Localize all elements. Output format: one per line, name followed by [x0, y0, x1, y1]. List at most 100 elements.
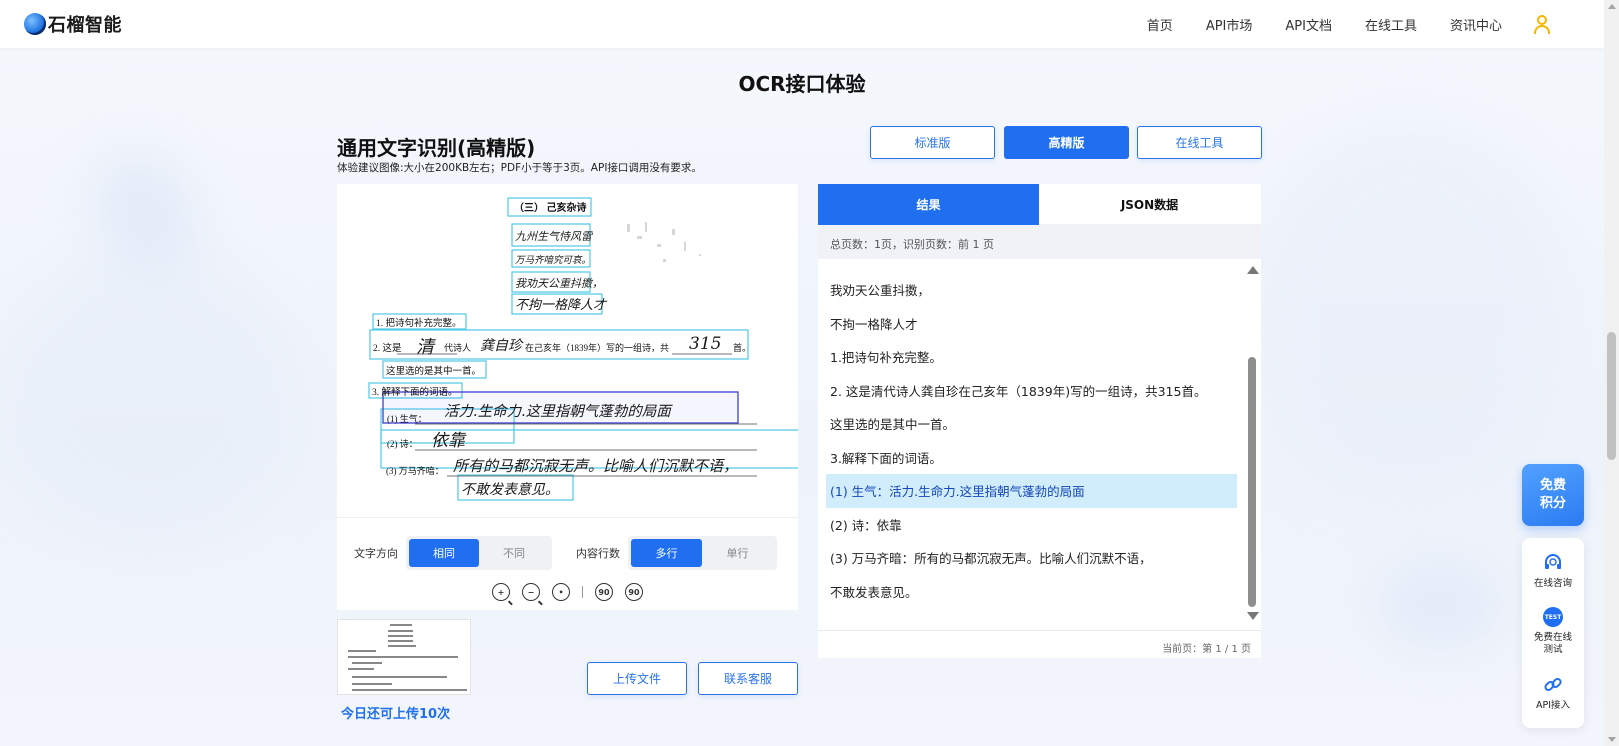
text-direction-toggle: 相同 不同 — [406, 536, 552, 570]
zoom-in-icon[interactable]: + — [492, 583, 510, 601]
result-line[interactable]: (2) 诗：依靠 — [826, 508, 1237, 542]
scroll-down-arrow-icon[interactable] — [1247, 612, 1259, 620]
result-panel: 结果 JSON数据 总页数：1页，识别页数：前 1 页 我劝天公重抖擞， 不拘一… — [818, 184, 1261, 658]
scroll-down-arrow-icon[interactable] — [1608, 737, 1616, 742]
free-test-item[interactable]: TEST 免费在线 测试 — [1522, 606, 1584, 656]
doc-handwriting: 九州生气恃风雷 — [515, 230, 594, 243]
doc-handwriting: 我劝天公重抖擞， — [515, 277, 603, 290]
nav-api-docs[interactable]: API文档 — [1285, 15, 1332, 34]
free-test-label: 测试 — [1543, 644, 1563, 655]
image-preview-panel: （三） 己亥杂诗 1. 把诗句补充完整。 2. 这是 代诗人 在己亥年（1839… — [337, 184, 798, 610]
doc-handwriting: 所有的马都沉寂无声。比喻人们沉默不语， — [453, 457, 738, 475]
result-line[interactable]: 不敢发表意见。 — [826, 575, 1237, 609]
user-icon[interactable] — [1532, 14, 1552, 34]
divider — [818, 630, 1261, 631]
result-line[interactable]: 2. 这是清代诗人龚自珍在己亥年（1839年)写的一组诗，共315首。 — [826, 374, 1237, 408]
section-subtitle: 体验建议图像:大小在200KB左右；PDF小于等于3页。API接口调用没有要求。 — [337, 162, 702, 174]
scrollbar-thumb[interactable] — [1607, 332, 1616, 460]
free-test-label: 免费在线 — [1533, 632, 1572, 643]
link-icon — [1542, 674, 1564, 696]
doc-handwriting: 315 — [689, 334, 721, 354]
doc-line: （三） 己亥杂诗 — [514, 201, 587, 214]
doc-line: 在己亥年（1839年）写的一组诗，共 — [525, 342, 669, 353]
doc-line: 这里选的是其中一首。 — [386, 365, 481, 377]
result-scrollbar-thumb[interactable] — [1248, 357, 1256, 607]
standard-version-button[interactable]: 标准版 — [870, 126, 995, 159]
doc-handwriting: 依靠 — [431, 431, 467, 451]
online-consult-label: 在线咨询 — [1533, 578, 1572, 589]
page-info: 总页数：1页，识别页数：前 1 页 — [818, 225, 1261, 259]
floating-service-menu: 在线咨询 TEST 免费在线 测试 API接入 — [1522, 538, 1584, 728]
uploaded-image-thumbnail[interactable] — [337, 619, 471, 695]
site-logo[interactable]: 石榴智能 — [24, 10, 122, 38]
section-title: 通用文字识别(高精版) — [337, 136, 536, 160]
nav-home[interactable]: 首页 — [1147, 15, 1173, 34]
page-title: OCR接口体验 — [738, 72, 866, 96]
tab-result[interactable]: 结果 — [818, 184, 1039, 225]
rotate-left-icon[interactable]: 90 — [595, 583, 613, 601]
online-tool-button[interactable]: 在线工具 — [1137, 126, 1262, 159]
toolbar-divider — [582, 586, 583, 598]
upload-file-button[interactable]: 上传文件 — [587, 662, 687, 695]
result-line[interactable]: (3) 万马齐暗：所有的马都沉寂无声。比喻人们沉默不语， — [826, 541, 1237, 575]
nav-api-market[interactable]: API市场 — [1206, 15, 1253, 34]
direction-different-option[interactable]: 不同 — [479, 539, 549, 567]
nav-news[interactable]: 资讯中心 — [1450, 15, 1502, 34]
reset-rotate-icon[interactable]: • — [552, 583, 570, 601]
doc-handwriting: 活力.生命力.这里指朝气蓬勃的局面 — [444, 403, 673, 420]
doc-line: 1. 把诗句补充完整。 — [376, 317, 462, 329]
api-access-label: API接入 — [1535, 700, 1571, 711]
doc-line: 代诗人 — [444, 343, 471, 353]
result-line[interactable]: 不拘一格降人才 — [826, 307, 1237, 341]
page-scrollbar[interactable] — [1604, 0, 1619, 746]
doc-line: (3) 万马齐喑： — [386, 465, 444, 476]
doc-line: (1) 生气： — [387, 413, 427, 424]
free-points-label: 积分 — [1539, 496, 1566, 511]
scroll-up-arrow-icon[interactable] — [1247, 266, 1259, 274]
result-line[interactable]: 1.把诗句补充完整。 — [826, 340, 1237, 374]
api-access-item[interactable]: API接入 — [1522, 674, 1584, 712]
direction-same-option[interactable]: 相同 — [409, 539, 479, 567]
ocr-document-svg: （三） 己亥杂诗 1. 把诗句补充完整。 2. 这是 代诗人 在己亥年（1839… — [368, 197, 798, 501]
high-precision-version-button[interactable]: 高精版 — [1004, 126, 1129, 159]
zoom-out-icon[interactable]: − — [522, 583, 540, 601]
doc-line: (2) 诗： — [387, 439, 418, 449]
result-line[interactable]: 3.解释下面的词语。 — [826, 441, 1237, 475]
background-decoration — [1375, 560, 1505, 650]
main-nav: 首页 API市场 API文档 在线工具 资讯中心 — [1114, 0, 1552, 48]
scroll-up-arrow-icon[interactable] — [1608, 4, 1616, 9]
rotate-right-icon[interactable]: 90 — [625, 583, 643, 601]
text-direction-label: 文字方向 — [354, 547, 398, 560]
top-nav-bar: 石榴智能 首页 API市场 API文档 在线工具 资讯中心 — [0, 0, 1604, 48]
line-count-toggle: 多行 单行 — [628, 536, 777, 570]
document-image: （三） 己亥杂诗 1. 把诗句补充完整。 2. 这是 代诗人 在己亥年（1839… — [337, 184, 798, 517]
upload-quota-text: 今日还可上传10次 — [341, 707, 451, 722]
multi-line-option[interactable]: 多行 — [631, 539, 702, 567]
result-text-list: 我劝天公重抖擞， 不拘一格降人才 1.把诗句补充完整。 2. 这是清代诗人龚自珍… — [818, 259, 1245, 614]
image-toolbar: + − • 90 90 — [337, 583, 798, 601]
background-decoration — [1250, 120, 1570, 500]
logo-icon — [24, 13, 46, 35]
contact-support-button[interactable]: 联系客服 — [698, 662, 798, 695]
free-points-button[interactable]: 免费 积分 — [1522, 464, 1584, 526]
result-line[interactable]: 我劝天公重抖擞， — [826, 273, 1237, 307]
doc-handwriting: 不拘一格降人才 — [515, 298, 608, 313]
result-line[interactable]: 这里选的是其中一首。 — [826, 407, 1237, 441]
doc-handwriting: 龚自珍 — [480, 338, 524, 354]
current-page-indicator: 当前页：第 1 / 1 页 — [1162, 644, 1251, 655]
result-line-highlighted[interactable]: (1) 生气：活力.生命力.这里指朝气蓬勃的局面 — [826, 474, 1237, 508]
recognition-controls: 文字方向 相同 不同 内容行数 多行 单行 + − • 90 90 — [337, 517, 798, 610]
free-points-label: 免费 — [1539, 478, 1566, 493]
doc-handwriting: 不敢发表意见。 — [461, 482, 559, 498]
nav-online-tools[interactable]: 在线工具 — [1365, 15, 1417, 34]
single-line-option[interactable]: 单行 — [702, 539, 773, 567]
line-count-label: 内容行数 — [576, 547, 620, 560]
doc-line: 首。 — [733, 342, 751, 353]
logo-text: 石榴智能 — [48, 15, 122, 36]
tab-json-data[interactable]: JSON数据 — [1039, 184, 1260, 225]
result-scrollbar[interactable] — [1245, 264, 1259, 624]
background-decoration — [0, 250, 300, 550]
online-consult-item[interactable]: 在线咨询 — [1522, 552, 1584, 590]
test-icon: TEST — [1542, 606, 1564, 628]
doc-handwriting: 清 — [416, 337, 436, 358]
